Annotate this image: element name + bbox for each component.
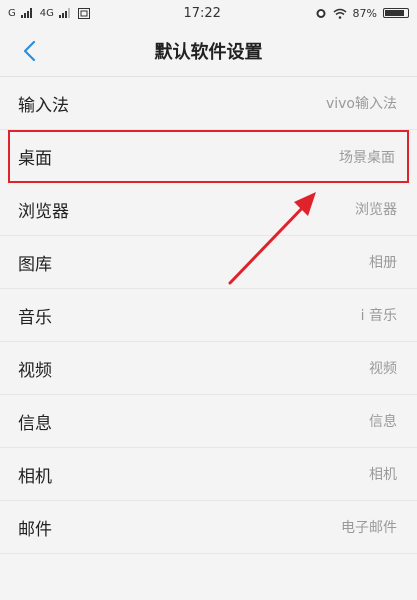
list-item-label: 视频 [18,360,52,381]
list-item-value: 相机 [369,467,397,483]
battery-icon [382,8,409,18]
carrier-text: G [8,7,16,19]
list-item-label: 音乐 [18,307,52,328]
list-item-value: 浏览器 [355,202,397,218]
list-item-label: 图库 [18,254,52,275]
list-item-label: 浏览器 [18,201,69,222]
list-item[interactable]: 相机 相机 [0,448,417,501]
back-button[interactable] [14,35,44,67]
list-item-label: 桌面 [18,149,52,169]
page-title: 默认软件设置 [154,42,263,63]
signal-icon [20,8,32,18]
list-item[interactable]: 音乐 i 音乐 [0,289,417,342]
list-item-value: 电子邮件 [341,520,397,536]
list-item-value: vivo输入法 [325,96,397,112]
list-item[interactable]: 输入法 vivo输入法 [0,77,417,130]
list-item[interactable]: 信息 信息 [0,395,417,448]
list-item-label: 信息 [18,413,52,434]
list-item-label: 邮件 [18,519,52,540]
list-item[interactable]: 桌面 场景桌面 [8,130,409,183]
header: 默认软件设置 [0,26,417,77]
list-item[interactable]: 视频 视频 [0,342,417,395]
settings-list: 输入法 vivo输入法 桌面 场景桌面 浏览器 浏览器 图库 相册 音乐 i 音乐 视频 视频 信息 信息… [0,77,417,554]
alarm-icon [316,9,326,18]
list-item[interactable]: 浏览器 浏览器 [0,183,417,236]
status-left: G 4G [8,7,90,19]
list-item-value: 信息 [369,414,397,430]
list-item[interactable]: 图库 相册 [0,236,417,289]
list-item-value: 场景桌面 [339,149,395,166]
signal-icon-2 [58,8,70,18]
list-item-value: i 音乐 [360,308,397,324]
list-item-value: 相册 [369,255,397,271]
list-item-value: 视频 [369,361,397,377]
network-type: 4G [39,7,54,19]
sim-icon [77,7,90,19]
status-right: 87% [315,7,409,20]
battery-percent: 87% [352,6,377,20]
list-item-label: 相机 [18,466,52,487]
back-chevron-icon [23,40,36,62]
status-bar: G 4G 17:22 87% [0,0,417,26]
wifi-icon [333,8,347,19]
status-time: 17:22 [183,5,221,21]
list-item[interactable]: 邮件 电子邮件 [0,501,417,554]
battery-fill [384,10,404,16]
list-item-label: 输入法 [18,95,69,116]
